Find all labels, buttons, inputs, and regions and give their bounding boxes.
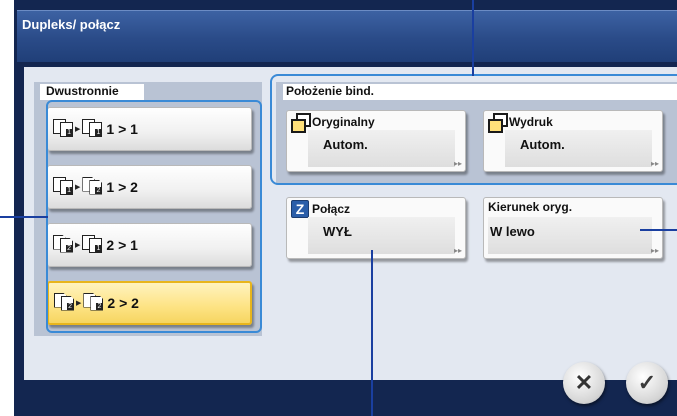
combine-value: WYŁ xyxy=(323,224,352,239)
orientation-button[interactable]: Kierunek oryg. W lewo ▸▸ xyxy=(483,197,663,259)
orientation-label: Kierunek oryg. xyxy=(488,200,573,214)
combine-icon: Z xyxy=(291,200,309,218)
callout-line-right xyxy=(640,229,677,231)
duplex-callout-outline xyxy=(46,100,262,333)
callout-line-left xyxy=(0,216,48,218)
callout-line-top xyxy=(472,0,474,76)
cancel-button[interactable]: ✕ xyxy=(563,362,605,404)
page-title: Dupleks/ połącz xyxy=(22,17,121,32)
more-icon: ▸▸ xyxy=(453,246,462,255)
more-icon: ▸▸ xyxy=(650,246,659,255)
check-icon: ✓ xyxy=(637,370,657,395)
duplex-label: Dwustronnie xyxy=(46,84,119,98)
orientation-value: W lewo xyxy=(490,224,535,239)
ok-button[interactable]: ✓ xyxy=(626,362,668,404)
combine-label: Połącz xyxy=(312,202,351,216)
title-bar: Dupleks/ połącz xyxy=(17,10,677,62)
callout-line-bottom xyxy=(371,250,373,416)
close-icon: ✕ xyxy=(574,370,594,395)
binding-callout-outline xyxy=(270,74,677,185)
combine-button[interactable]: Z Połącz WYŁ ▸▸ xyxy=(286,197,466,259)
